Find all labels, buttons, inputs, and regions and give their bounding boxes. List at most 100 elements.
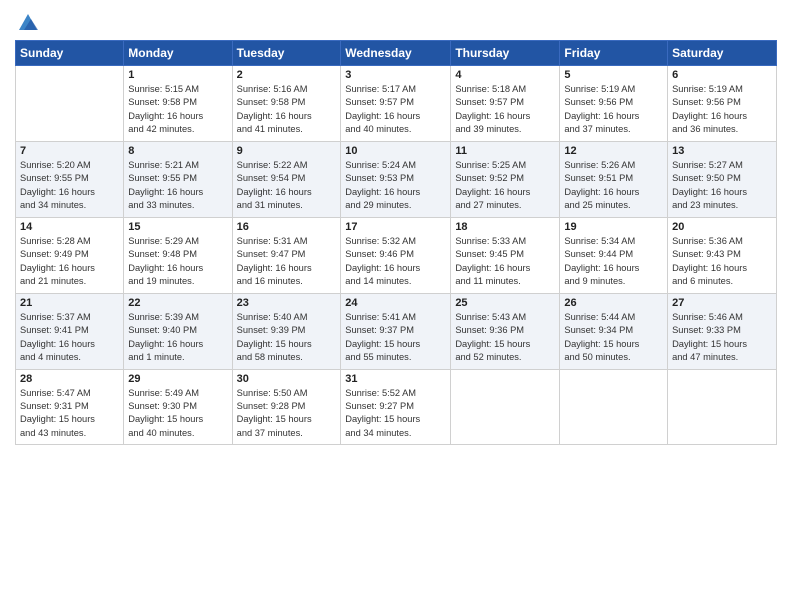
logo-icon xyxy=(17,12,39,34)
day-number: 20 xyxy=(672,221,772,233)
day-number: 17 xyxy=(345,221,446,233)
day-cell: 20 Sunrise: 5:36 AMSunset: 9:43 PMDayligh… xyxy=(668,217,777,293)
day-number: 13 xyxy=(672,145,772,157)
day-number: 11 xyxy=(455,145,555,157)
day-number: 12 xyxy=(564,145,663,157)
day-number: 30 xyxy=(237,373,337,385)
day-detail: Sunrise: 5:34 AMSunset: 9:44 PMDaylight:… xyxy=(564,235,663,289)
day-cell: 30 Sunrise: 5:50 AMSunset: 9:28 PMDayligh… xyxy=(232,369,341,445)
day-detail: Sunrise: 5:31 AMSunset: 9:47 PMDaylight:… xyxy=(237,235,337,289)
day-cell: 3 Sunrise: 5:17 AMSunset: 9:57 PMDaylight… xyxy=(341,66,451,142)
day-detail: Sunrise: 5:17 AMSunset: 9:57 PMDaylight:… xyxy=(345,83,446,137)
day-number: 6 xyxy=(672,69,772,81)
day-detail: Sunrise: 5:19 AMSunset: 9:56 PMDaylight:… xyxy=(672,83,772,137)
header xyxy=(15,10,777,34)
day-cell: 11 Sunrise: 5:25 AMSunset: 9:52 PMDayligh… xyxy=(451,141,560,217)
day-cell: 14Sunrise: 5:28 AMSunset: 9:49 PMDayligh… xyxy=(16,217,124,293)
day-detail: Sunrise: 5:28 AMSunset: 9:49 PMDaylight:… xyxy=(20,235,119,289)
weekday-header-tuesday: Tuesday xyxy=(232,41,341,66)
day-detail: Sunrise: 5:44 AMSunset: 9:34 PMDaylight:… xyxy=(564,311,663,365)
day-number: 5 xyxy=(564,69,663,81)
logo xyxy=(15,14,39,34)
day-cell: 15 Sunrise: 5:29 AMSunset: 9:48 PMDayligh… xyxy=(124,217,232,293)
day-detail: Sunrise: 5:36 AMSunset: 9:43 PMDaylight:… xyxy=(672,235,772,289)
day-number: 28 xyxy=(20,373,119,385)
day-cell: 26 Sunrise: 5:44 AMSunset: 9:34 PMDayligh… xyxy=(560,293,668,369)
day-cell: 29 Sunrise: 5:49 AMSunset: 9:30 PMDayligh… xyxy=(124,369,232,445)
day-detail: Sunrise: 5:22 AMSunset: 9:54 PMDaylight:… xyxy=(237,159,337,213)
day-number: 15 xyxy=(128,221,227,233)
day-number: 2 xyxy=(237,69,337,81)
day-number: 1 xyxy=(128,69,227,81)
day-cell: 31 Sunrise: 5:52 AMSunset: 9:27 PMDayligh… xyxy=(341,369,451,445)
day-number: 18 xyxy=(455,221,555,233)
day-detail: Sunrise: 5:29 AMSunset: 9:48 PMDaylight:… xyxy=(128,235,227,289)
day-number: 9 xyxy=(237,145,337,157)
day-detail: Sunrise: 5:52 AMSunset: 9:27 PMDaylight:… xyxy=(345,387,446,441)
day-cell: 6 Sunrise: 5:19 AMSunset: 9:56 PMDaylight… xyxy=(668,66,777,142)
day-cell: 28 Sunrise: 5:47 AMSunset: 9:31 PMDayligh… xyxy=(16,369,124,445)
day-number: 16 xyxy=(237,221,337,233)
day-cell: 22Sunrise: 5:39 AMSunset: 9:40 PMDayligh… xyxy=(124,293,232,369)
day-cell: 10Sunrise: 5:24 AMSunset: 9:53 PMDayligh… xyxy=(341,141,451,217)
day-cell xyxy=(560,369,668,445)
weekday-header-row: SundayMondayTuesdayWednesdayThursdayFrid… xyxy=(16,41,777,66)
day-number: 4 xyxy=(455,69,555,81)
weekday-header-wednesday: Wednesday xyxy=(341,41,451,66)
day-detail: Sunrise: 5:16 AMSunset: 9:58 PMDaylight:… xyxy=(237,83,337,137)
weekday-header-saturday: Saturday xyxy=(668,41,777,66)
day-number: 29 xyxy=(128,373,227,385)
day-number: 31 xyxy=(345,373,446,385)
day-number: 3 xyxy=(345,69,446,81)
day-cell: 24Sunrise: 5:41 AMSunset: 9:37 PMDayligh… xyxy=(341,293,451,369)
day-cell: 21 Sunrise: 5:37 AMSunset: 9:41 PMDayligh… xyxy=(16,293,124,369)
day-detail: Sunrise: 5:25 AMSunset: 9:52 PMDaylight:… xyxy=(455,159,555,213)
day-cell: 18 Sunrise: 5:33 AMSunset: 9:45 PMDayligh… xyxy=(451,217,560,293)
day-detail: Sunrise: 5:18 AMSunset: 9:57 PMDaylight:… xyxy=(455,83,555,137)
day-detail: Sunrise: 5:40 AMSunset: 9:39 PMDaylight:… xyxy=(237,311,337,365)
week-row-2: 7 Sunrise: 5:20 AMSunset: 9:55 PMDaylight… xyxy=(16,141,777,217)
day-detail: Sunrise: 5:19 AMSunset: 9:56 PMDaylight:… xyxy=(564,83,663,137)
day-detail: Sunrise: 5:21 AMSunset: 9:55 PMDaylight:… xyxy=(128,159,227,213)
day-cell xyxy=(16,66,124,142)
day-cell: 17 Sunrise: 5:32 AMSunset: 9:46 PMDayligh… xyxy=(341,217,451,293)
day-number: 8 xyxy=(128,145,227,157)
day-number: 26 xyxy=(564,297,663,309)
day-detail: Sunrise: 5:39 AMSunset: 9:40 PMDaylight:… xyxy=(128,311,227,365)
day-detail: Sunrise: 5:27 AMSunset: 9:50 PMDaylight:… xyxy=(672,159,772,213)
day-cell: 19 Sunrise: 5:34 AMSunset: 9:44 PMDayligh… xyxy=(560,217,668,293)
day-cell: 4 Sunrise: 5:18 AMSunset: 9:57 PMDaylight… xyxy=(451,66,560,142)
day-number: 21 xyxy=(20,297,119,309)
day-cell: 12 Sunrise: 5:26 AMSunset: 9:51 PMDayligh… xyxy=(560,141,668,217)
day-cell: 25Sunrise: 5:43 AMSunset: 9:36 PMDayligh… xyxy=(451,293,560,369)
day-detail: Sunrise: 5:32 AMSunset: 9:46 PMDaylight:… xyxy=(345,235,446,289)
day-cell: 8 Sunrise: 5:21 AMSunset: 9:55 PMDaylight… xyxy=(124,141,232,217)
weekday-header-thursday: Thursday xyxy=(451,41,560,66)
day-detail: Sunrise: 5:43 AMSunset: 9:36 PMDaylight:… xyxy=(455,311,555,365)
day-cell: 23 Sunrise: 5:40 AMSunset: 9:39 PMDayligh… xyxy=(232,293,341,369)
week-row-4: 21 Sunrise: 5:37 AMSunset: 9:41 PMDayligh… xyxy=(16,293,777,369)
page: SundayMondayTuesdayWednesdayThursdayFrid… xyxy=(0,0,792,612)
day-detail: Sunrise: 5:47 AMSunset: 9:31 PMDaylight:… xyxy=(20,387,119,441)
week-row-5: 28 Sunrise: 5:47 AMSunset: 9:31 PMDayligh… xyxy=(16,369,777,445)
day-detail: Sunrise: 5:15 AMSunset: 9:58 PMDaylight:… xyxy=(128,83,227,137)
day-number: 23 xyxy=(237,297,337,309)
day-detail: Sunrise: 5:33 AMSunset: 9:45 PMDaylight:… xyxy=(455,235,555,289)
day-detail: Sunrise: 5:50 AMSunset: 9:28 PMDaylight:… xyxy=(237,387,337,441)
week-row-1: 1 Sunrise: 5:15 AMSunset: 9:58 PMDaylight… xyxy=(16,66,777,142)
day-number: 7 xyxy=(20,145,119,157)
week-row-3: 14Sunrise: 5:28 AMSunset: 9:49 PMDayligh… xyxy=(16,217,777,293)
day-cell: 16 Sunrise: 5:31 AMSunset: 9:47 PMDayligh… xyxy=(232,217,341,293)
day-cell: 13 Sunrise: 5:27 AMSunset: 9:50 PMDayligh… xyxy=(668,141,777,217)
day-detail: Sunrise: 5:37 AMSunset: 9:41 PMDaylight:… xyxy=(20,311,119,365)
day-cell: 1 Sunrise: 5:15 AMSunset: 9:58 PMDaylight… xyxy=(124,66,232,142)
day-detail: Sunrise: 5:49 AMSunset: 9:30 PMDaylight:… xyxy=(128,387,227,441)
day-detail: Sunrise: 5:26 AMSunset: 9:51 PMDaylight:… xyxy=(564,159,663,213)
day-cell: 9 Sunrise: 5:22 AMSunset: 9:54 PMDaylight… xyxy=(232,141,341,217)
day-number: 10 xyxy=(345,145,446,157)
day-cell xyxy=(668,369,777,445)
day-cell: 5 Sunrise: 5:19 AMSunset: 9:56 PMDaylight… xyxy=(560,66,668,142)
day-number: 19 xyxy=(564,221,663,233)
day-cell: 27Sunrise: 5:46 AMSunset: 9:33 PMDayligh… xyxy=(668,293,777,369)
day-detail: Sunrise: 5:20 AMSunset: 9:55 PMDaylight:… xyxy=(20,159,119,213)
